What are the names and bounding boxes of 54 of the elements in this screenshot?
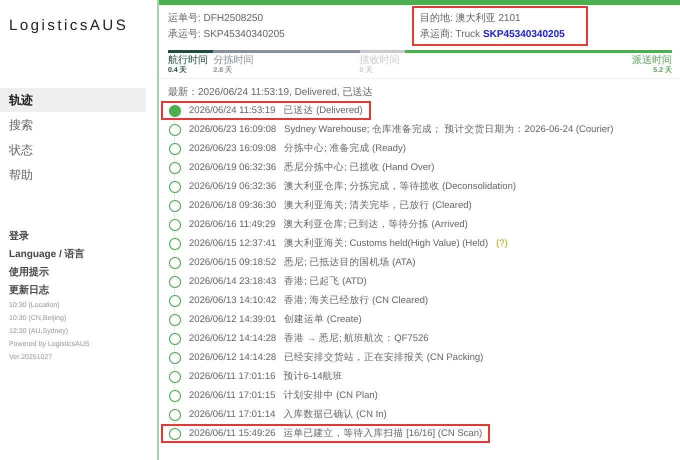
event-text: 澳大利亚海关; 清关完毕，已放行 (Cleared) [284, 199, 472, 212]
event-time: 2026/06/18 09:36:30 [189, 200, 276, 211]
event-time: 2026/06/15 12:37:41 [189, 238, 276, 249]
latest-status: 最新：2026/06/24 11:53:19, Delivered, 已送达 [167, 86, 374, 100]
carrier-link[interactable]: SKP45340340205 [482, 29, 565, 40]
sidebar-link[interactable]: Language / 语言 [0, 245, 157, 263]
waybill-number: 运单号: DFH2508250 [168, 12, 264, 25]
stage-label: 航行时间 [168, 55, 208, 66]
event-text: 运单已建立，等待入库扫描 [16/16] (CN Scan) [283, 427, 482, 440]
sidebar-link[interactable]: 使用提示 [0, 263, 157, 281]
event-time: 2026/06/11 17:01:16 [189, 371, 276, 382]
event-text: 悉尼; 已抵达目的国机场 (ATA) [284, 256, 416, 269]
event-text: 悉尼分拣中心; 已揽收 (Hand Over) [284, 161, 434, 174]
event-time: 2026/06/16 11:49:29 [189, 219, 276, 230]
event-time: 2026/06/19 06:32:36 [189, 162, 276, 173]
nav-item[interactable]: 帮助 [0, 163, 146, 187]
event-time: 2026/06/12 14:14:28 [189, 352, 276, 363]
event-text: 澳大利亚仓库; 分拣完成，等待揽收 (Deconsolidation) [284, 180, 516, 193]
event-text: 入库数据已确认 (CN In) [283, 408, 387, 421]
stage-label: 派送时间 [632, 55, 672, 66]
event-time: 2026/06/13 14:10:42 [189, 295, 276, 306]
logo: LogisticsAUS [8, 16, 130, 36]
stage-label: 分拣时间 [213, 55, 254, 66]
event-text: 香港; 海关已经放行 (CN Cleared) [284, 294, 428, 307]
event-text: 澳大利亚海关; Customs held(High Value) (Held) [284, 237, 488, 250]
event-time: 2026/06/11 17:01:14 [189, 409, 276, 420]
event-text: 预计6-14航班 [283, 370, 342, 383]
sidebar-link[interactable]: 登录 [0, 227, 157, 245]
event-text: 澳大利亚仓库; 已到达，等待分拣 (Arrived) [283, 218, 468, 231]
event-time: 2026/06/24 11:53:19 [189, 105, 276, 116]
event-time: 2026/06/12 14:14:28 [189, 333, 276, 344]
destination: 目的地: 澳大利亚 2101 [420, 12, 522, 25]
event-time: 2026/06/19 06:32:36 [189, 181, 276, 192]
event-text: 已经安排交货站，正在安排报关 (CN Packing) [284, 351, 484, 364]
nav-item[interactable]: 轨迹 [0, 88, 146, 112]
event-time: 2026/06/14 23:18:43 [189, 276, 276, 287]
event-time: 2026/06/11 15:49:26 [189, 428, 276, 439]
tracking-number: 承运号: SKP45340340205 [168, 28, 286, 41]
event-text: 分拣中心; 准备完成 (Ready) [284, 142, 406, 155]
event-text: 香港 → 悉尼; 航班航次：QF7526 [284, 332, 429, 345]
event-text: 香港; 已起飞 (ATD) [284, 275, 367, 288]
event-text: 已送达 (Delivered) [283, 104, 363, 117]
event-time: 2026/06/15 09:18:52 [189, 257, 276, 268]
nav-item[interactable]: 状态 [0, 138, 146, 162]
event-time: 2026/06/23 16:09:08 [189, 143, 276, 154]
sidebar-link[interactable]: 更新日志 [0, 281, 157, 299]
event-time: 2026/06/11 17:01:15 [189, 390, 276, 401]
carrier: 承运商: Truck SKP45340340205 [420, 28, 566, 41]
event-text: 计划安排中 (CN Plan) [283, 389, 378, 402]
nav-item[interactable]: 搜索 [0, 113, 146, 137]
event-text: 创建运单 (Create) [284, 313, 362, 326]
event-time: 2026/06/12 14:39:01 [189, 314, 276, 325]
event-time: 2026/06/23 16:09:08 [189, 124, 276, 135]
event-text: Sydney Warehouse; 仓库准备完成； 预计交货日期为：2026-06-24 (Courier) [284, 123, 614, 136]
